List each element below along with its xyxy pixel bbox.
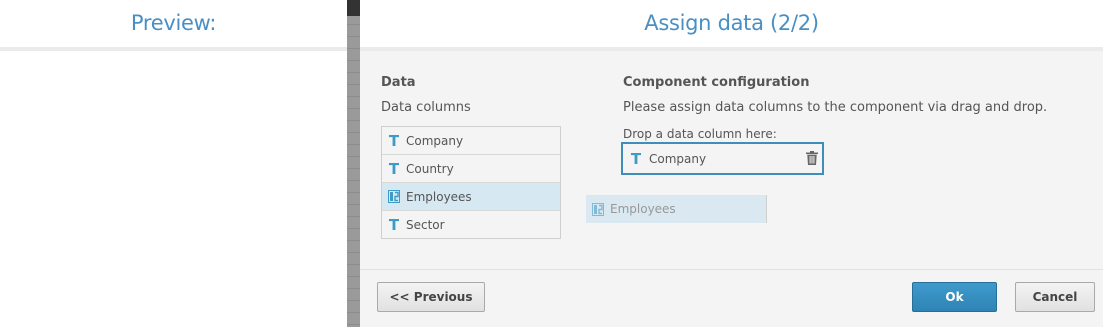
numeric-type-icon <box>388 190 400 203</box>
app-root: Preview: Assign data (2/2) Data Data col… <box>0 0 1103 327</box>
ok-button[interactable]: Ok <box>912 282 997 312</box>
text-type-icon: T <box>630 149 642 168</box>
assign-data-dialog: Assign data (2/2) Data Data columns T Co… <box>360 0 1103 327</box>
drop-zone-label: Drop a data column here: <box>623 127 777 141</box>
previous-button[interactable]: << Previous <box>377 282 485 312</box>
preview-panel: Preview: <box>0 0 347 327</box>
dragged-column-ghost[interactable]: Employees <box>586 195 767 223</box>
dialog-title: Assign data (2/2) <box>644 11 819 35</box>
data-columns-label: Data columns <box>381 100 471 115</box>
preview-title: Preview: <box>130 11 217 35</box>
panel-splitter[interactable] <box>347 0 360 327</box>
data-column-label: Employees <box>406 189 472 204</box>
data-column-label: Company <box>406 133 464 148</box>
cancel-button[interactable]: Cancel <box>1015 282 1095 312</box>
data-column-employees[interactable]: Employees <box>382 182 560 210</box>
data-column-drop-zone[interactable]: T Company <box>621 142 824 175</box>
assigned-column-label: Company <box>649 151 707 166</box>
text-type-icon: T <box>388 131 400 150</box>
dialog-body: Data Data columns T Company T Country Em… <box>360 51 1103 269</box>
numeric-type-icon <box>592 202 604 216</box>
data-column-label: Country <box>406 161 454 176</box>
data-column-sector[interactable]: T Sector <box>382 210 560 238</box>
dialog-footer: << Previous Ok Cancel <box>360 270 1103 327</box>
text-type-icon: T <box>388 215 400 234</box>
preview-divider <box>0 47 347 51</box>
component-configuration-description: Please assign data columns to the compon… <box>623 100 1048 115</box>
splitter-handle[interactable] <box>347 0 360 16</box>
text-type-icon: T <box>388 159 400 178</box>
trash-icon[interactable] <box>806 151 818 165</box>
data-column-company[interactable]: T Company <box>382 127 560 154</box>
data-column-country[interactable]: T Country <box>382 154 560 182</box>
component-configuration-heading: Component configuration <box>623 75 810 90</box>
data-column-label: Sector <box>406 217 445 232</box>
data-heading: Data <box>381 75 416 90</box>
dragged-column-label: Employees <box>610 202 676 216</box>
data-columns-list: T Company T Country Employees T Sector <box>381 126 561 239</box>
